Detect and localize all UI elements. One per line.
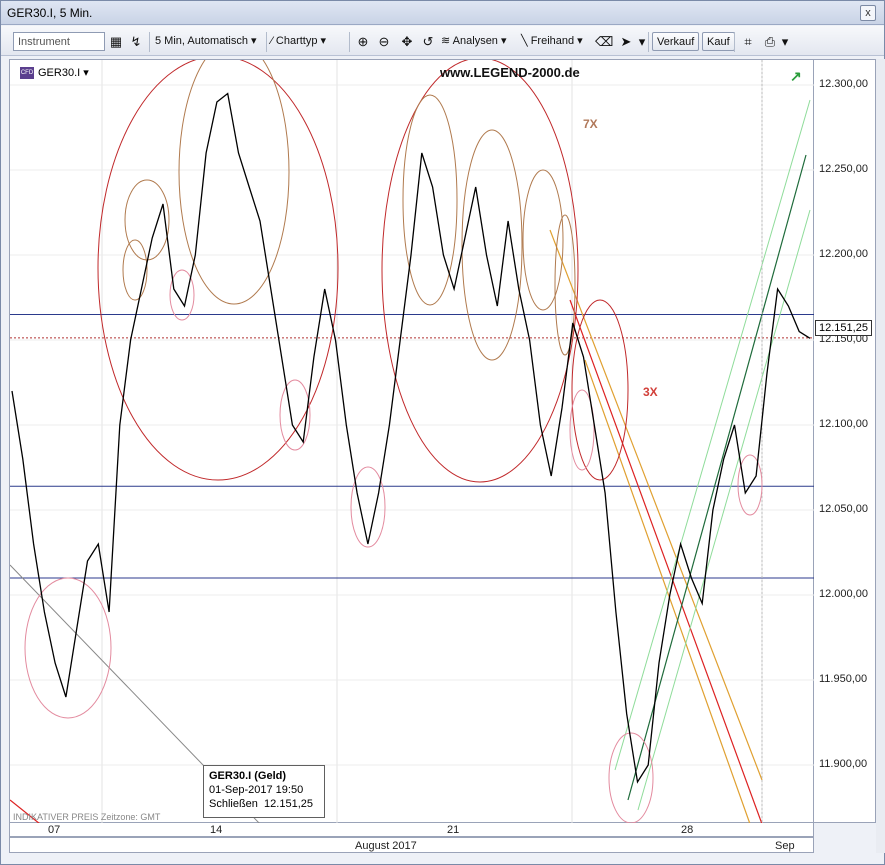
analysen-menu[interactable]: ≋ Analysen ▾ [441,32,507,51]
price-series-line [11,92,811,784]
ellipse-brown-3 [122,239,148,301]
analysen-label: Analysen [452,35,498,47]
trendline-icon: ╲ [521,35,528,47]
symbol-selector[interactable]: CFD GER30.I ▾ [20,66,89,82]
chart-settings-icon[interactable]: ⌗ [739,32,757,51]
interval-select[interactable]: 5 Min, Automatisch ▾ [155,32,257,51]
chevron-down-icon: ▾ [501,35,507,47]
window-title: GER30.I, 5 Min. [7,6,93,20]
kauf-button[interactable]: Kauf [702,32,735,51]
eraser-icon[interactable]: ⌫ [595,32,613,51]
zoom-in-icon[interactable]: ⊕ [354,32,372,51]
reset-icon[interactable]: ↺ [419,32,437,51]
watermark-text: www.LEGEND-2000.de [440,65,580,80]
trendline-orange-2 [584,359,751,824]
pan-icon[interactable]: ✥ [398,32,416,51]
ellipse-brown-1 [178,60,290,305]
compare-chart-icon[interactable]: ↯ [127,32,145,51]
uptrend-icon: ↗ [790,68,802,84]
close-button[interactable]: x [860,5,876,21]
annotation-3x: 3X [643,385,658,399]
cfd-icon: CFD [20,67,34,80]
chevron-down-icon: ▾ [577,35,583,47]
analysis-icon: ≋ [441,35,451,47]
y-axis[interactable]: 12.300,00 12.250,00 12.200,00 12.150,00 12.1… [814,59,876,823]
y-tick-label: 12.050,00 [819,503,868,515]
ellipse-brown-5 [461,129,523,361]
month-axis: August 2017 Sep [9,837,814,853]
tooltip-close: Schließen 12.151,25 [209,797,319,811]
tooltip-datetime: 01-Sep-2017 19:50 [209,784,304,796]
symbol-label: GER30.I [38,67,81,79]
instrument-input[interactable]: Instrument [13,32,105,51]
line-chart-icon: ⁄ [271,35,273,47]
current-price-tag: 12.151,25 [815,320,872,336]
chevron-down-icon: ▾ [320,35,327,47]
tooltip-title: GER30.I (Geld) [209,770,287,782]
chevron-down-icon[interactable]: ▾ [776,32,794,51]
interval-label: 5 Min, [155,35,185,47]
ellipse-red-left [97,60,339,481]
ellipse-pink-1 [24,577,112,719]
y-tick-label: 11.900,00 [819,758,868,770]
ellipse-brown-2 [124,179,170,261]
x-tick-label: 21 [447,824,460,836]
indicator-text: INDIKATIVER PREIS Zeitzone: GMT [13,812,161,822]
x-axis[interactable]: 07 14 21 28 [9,823,814,837]
charttyp-menu[interactable]: ⁄ Charttyp ▾ [271,32,326,51]
tooltip-close-value: 12.151,25 [264,798,313,810]
title-bar[interactable]: GER30.I, 5 Min. x [1,1,884,25]
y-tick-label: 12.000,00 [819,588,868,600]
month-label: August 2017 [355,840,417,852]
x-tick-label: 14 [210,824,223,836]
y-tick-label: 12.250,00 [819,163,868,175]
toolbar: Instrument ▦ ↯ 5 Min, Automatisch ▾ ⁄ Ch… [1,26,884,56]
ellipse-pink-3 [279,379,311,451]
x-tick-label: 07 [48,824,61,836]
month-label: Sep [775,840,795,852]
chevron-down-icon: ▾ [83,67,89,79]
annotation-7x: 7X [583,117,598,131]
x-tick-label: 28 [681,824,694,836]
chevron-down-icon: ▾ [251,35,257,47]
instrument-lookup-icon[interactable]: ▦ [107,32,125,51]
y-tick-label: 12.200,00 [819,248,868,260]
tooltip-close-label: Schließen [209,798,258,810]
freihand-label: Freihand [530,35,575,47]
channel-line-upper [614,99,811,771]
scale-label: Automatisch [187,35,248,47]
vertical-scrollbar[interactable] [876,59,885,853]
ellipse-pink-6 [608,732,654,824]
y-tick-label: 12.300,00 [819,78,868,90]
verkauf-button[interactable]: Verkauf [652,32,700,51]
price-tooltip: GER30.I (Geld) 01-Sep-2017 19:50 Schließ… [203,765,325,818]
price-chart-svg[interactable] [10,60,815,824]
charttyp-label: Charttyp [275,35,318,47]
trendline-red [569,299,763,824]
chart-window: GER30.I, 5 Min. x Instrument ▦ ↯ 5 Min, … [0,0,885,865]
freihand-menu[interactable]: ╲ Freihand ▾ [521,32,583,51]
chart-plot-area[interactable]: CFD GER30.I ▾ www.LEGEND-2000.de 7X 3X ↗ … [9,59,815,824]
y-tick-label: 11.950,00 [819,673,868,685]
y-tick-label: 12.100,00 [819,418,868,430]
ellipse-pink-4 [350,466,386,548]
zoom-out-icon[interactable]: ⊖ [375,32,393,51]
